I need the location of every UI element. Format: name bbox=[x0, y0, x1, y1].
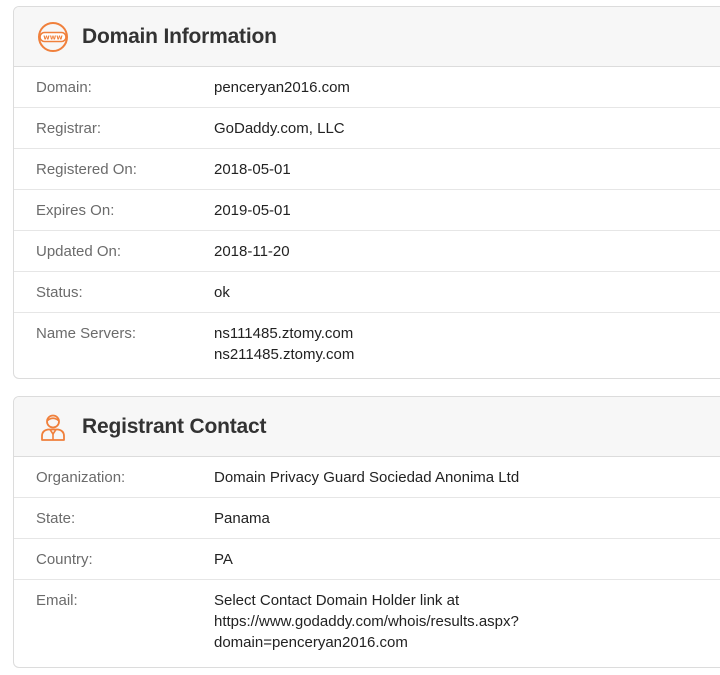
domain-row: Domain: penceryan2016.com bbox=[14, 67, 720, 108]
status-value: ok bbox=[214, 283, 230, 301]
name-server-2: ns211485.ztomy.com bbox=[214, 346, 355, 363]
country-value: PA bbox=[214, 550, 233, 568]
svg-text:www: www bbox=[43, 33, 63, 41]
updated-on-value: 2018-11-20 bbox=[214, 242, 290, 260]
email-row: Email: Select Contact Domain Holder link… bbox=[14, 580, 720, 663]
updated-on-row: Updated On: 2018-11-20 bbox=[14, 231, 720, 272]
status-label: Status: bbox=[36, 283, 83, 301]
registrar-value: GoDaddy.com, LLC bbox=[214, 119, 345, 137]
email-label: Email: bbox=[36, 592, 78, 609]
organization-label: Organization: bbox=[36, 468, 126, 486]
expires-on-label: Expires On: bbox=[36, 201, 115, 219]
registrar-label: Registrar: bbox=[36, 119, 102, 137]
domain-value: penceryan2016.com bbox=[214, 78, 350, 96]
domain-information-header: www Domain Information bbox=[14, 7, 720, 67]
organization-value: Domain Privacy Guard Sociedad Anonima Lt… bbox=[214, 468, 520, 486]
name-servers-value: ns111485.ztomy.com ns211485.ztomy.com bbox=[214, 323, 720, 365]
country-row: Country: PA bbox=[14, 539, 720, 580]
state-value: Panama bbox=[214, 509, 270, 527]
domain-information-card: www Domain Information Domain: penceryan… bbox=[13, 6, 720, 379]
status-row: Status: ok bbox=[14, 272, 720, 313]
country-label: Country: bbox=[36, 550, 93, 568]
name-servers-row: Name Servers: ns111485.ztomy.com ns21148… bbox=[14, 313, 720, 375]
email-value: Select Contact Domain Holder link at htt… bbox=[214, 590, 720, 653]
expires-on-value: 2019-05-01 bbox=[214, 201, 291, 219]
domain-information-title: Domain Information bbox=[82, 24, 277, 48]
registrant-contact-header: Registrant Contact bbox=[14, 397, 720, 457]
name-servers-label: Name Servers: bbox=[36, 325, 137, 342]
email-line-1: Select Contact Domain Holder link at bbox=[214, 592, 460, 609]
email-line-2: https://www.godaddy.com/whois/results.as… bbox=[214, 613, 519, 630]
registered-on-row: Registered On: 2018-05-01 bbox=[14, 149, 720, 190]
registered-on-value: 2018-05-01 bbox=[214, 160, 291, 178]
person-icon bbox=[37, 411, 69, 443]
expires-on-row: Expires On: 2019-05-01 bbox=[14, 190, 720, 231]
updated-on-label: Updated On: bbox=[36, 242, 122, 260]
email-line-3: domain=penceryan2016.com bbox=[214, 634, 408, 651]
www-icon: www bbox=[37, 21, 69, 53]
state-label: State: bbox=[36, 509, 76, 527]
name-server-1: ns111485.ztomy.com bbox=[214, 325, 354, 342]
registered-on-label: Registered On: bbox=[36, 160, 137, 178]
registrar-row: Registrar: GoDaddy.com, LLC bbox=[14, 108, 720, 149]
registrant-contact-title: Registrant Contact bbox=[82, 414, 267, 438]
state-row: State: Panama bbox=[14, 498, 720, 539]
domain-label: Domain: bbox=[36, 78, 92, 96]
registrant-contact-card: Registrant Contact Organization: Domain … bbox=[13, 396, 720, 668]
organization-row: Organization: Domain Privacy Guard Socie… bbox=[14, 457, 720, 498]
